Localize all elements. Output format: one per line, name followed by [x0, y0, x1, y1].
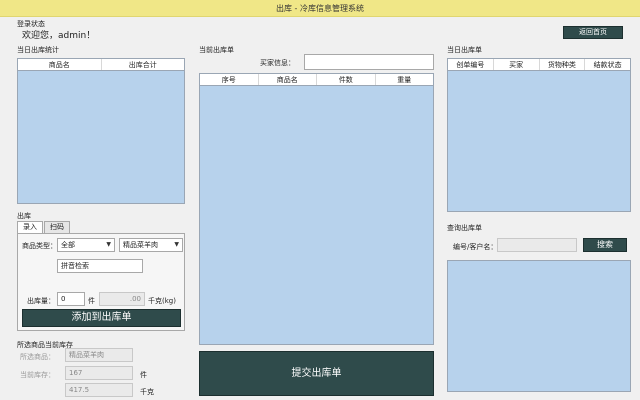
col-pieces[interactable]: 件数 [317, 74, 376, 85]
buyer-label: 买家信息： [260, 59, 295, 67]
weight-input: .00 [99, 292, 145, 306]
query-title: 查询出库单 [447, 224, 482, 232]
buyer-input[interactable] [304, 54, 434, 70]
qty-input[interactable]: 0 [57, 292, 85, 306]
selected-product-label: 所选商品： [20, 353, 55, 361]
today-orders-header: 创单编号 买家 货物种类 结款状态 [448, 59, 630, 71]
stock-count-field: 167 [65, 366, 133, 380]
submit-order-button[interactable]: 提交出库单 [199, 351, 434, 396]
qty-unit: 件 [88, 297, 95, 305]
col-buyer[interactable]: 买家 [494, 59, 540, 70]
chevron-down-icon: ▼ [106, 241, 111, 248]
selected-product-field: 精品菜羊肉 [65, 348, 133, 362]
qty-label: 出库量： [27, 297, 55, 305]
current-stock-label: 当前库存： [20, 371, 55, 379]
window-title: 出库 - 冷库信息管理系统 [0, 0, 640, 17]
add-to-order-button[interactable]: 添加到出库单 [22, 309, 181, 327]
product-type-value: 全部 [61, 241, 75, 249]
query-input[interactable] [497, 238, 577, 252]
col-outbound-total[interactable]: 出库合计 [102, 59, 185, 70]
col-weight[interactable]: 重量 [376, 74, 434, 85]
query-field-label: 编号/客户名： [453, 243, 498, 251]
stock-weight-field: 417.5 [65, 383, 133, 397]
chevron-down-icon: ▼ [174, 241, 179, 248]
weight-unit: 千克(kg) [148, 297, 176, 305]
stock-weight-unit: 千克 [140, 388, 154, 396]
current-order-table[interactable]: 序号 商品名 件数 重量 [199, 73, 434, 345]
product-value: 精品菜羊肉 [123, 241, 158, 249]
current-order-title: 当前出库单 [199, 46, 234, 54]
col-product-name[interactable]: 商品名 [18, 59, 102, 70]
query-results-table[interactable] [447, 260, 631, 392]
stats-table-header: 商品名 出库合计 [18, 59, 184, 71]
col-order-id[interactable]: 创单编号 [448, 59, 494, 70]
pinyin-search-input[interactable]: 拼音检索 [57, 259, 143, 273]
search-button[interactable]: 搜索 [583, 238, 627, 252]
col-goods-type[interactable]: 货物种类 [540, 59, 586, 70]
stats-title: 当日出库统计 [17, 46, 59, 54]
col-product-name[interactable]: 商品名 [259, 74, 317, 85]
product-type-select[interactable]: 全部 ▼ [57, 238, 115, 252]
today-orders-table[interactable]: 创单编号 买家 货物种类 结款状态 [447, 58, 631, 212]
welcome-text: 欢迎您，admin！ [22, 31, 96, 41]
stock-count-unit: 件 [140, 371, 147, 379]
col-payment-status[interactable]: 结款状态 [585, 59, 630, 70]
outbound-title: 出库 [17, 212, 31, 220]
back-home-button[interactable]: 返回首页 [563, 26, 623, 39]
today-orders-title: 当日出库单 [447, 46, 482, 54]
current-order-header: 序号 商品名 件数 重量 [200, 74, 433, 86]
product-type-label: 商品类型： [22, 242, 57, 250]
col-seq[interactable]: 序号 [200, 74, 259, 85]
stats-table[interactable]: 商品名 出库合计 [17, 58, 185, 204]
product-select[interactable]: 精品菜羊肉 ▼ [119, 238, 183, 252]
tab-scan[interactable]: 扫码 [44, 221, 70, 233]
